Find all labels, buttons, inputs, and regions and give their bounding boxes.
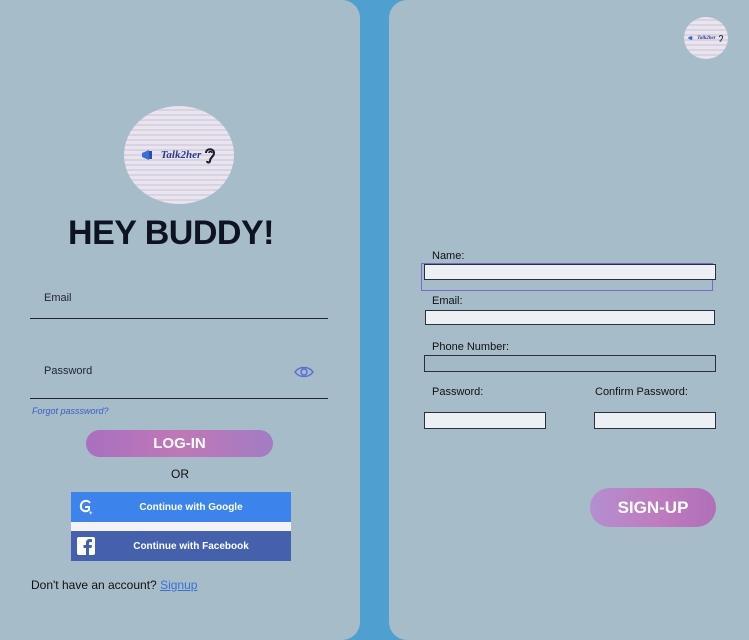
no-account-text: Don't have an account? — [31, 578, 157, 592]
password-field[interactable] — [30, 398, 328, 399]
or-divider: OR — [171, 467, 189, 481]
ear-icon — [205, 148, 216, 164]
logo-text: Talk2her — [697, 35, 716, 41]
app-logo-small: Talk2her — [684, 17, 728, 59]
eye-icon[interactable] — [294, 365, 314, 379]
password-label: Password — [44, 365, 93, 377]
megaphone-icon — [141, 150, 152, 160]
signup-button[interactable]: SIGN-UP — [590, 488, 716, 527]
divider — [71, 522, 291, 531]
app-logo: Talk2her — [124, 106, 234, 204]
name-input[interactable] — [424, 264, 716, 280]
facebook-icon — [77, 537, 95, 555]
signup-prompt: Don't have an account? Signup — [31, 578, 197, 592]
password-input[interactable] — [424, 412, 546, 429]
name-label: Name: — [432, 250, 465, 262]
google-icon: + — [79, 499, 93, 516]
svg-text:+: + — [89, 511, 93, 516]
email-input[interactable] — [425, 310, 715, 325]
facebook-button-label: Continue with Facebook — [133, 540, 249, 552]
email-field[interactable] — [30, 318, 328, 319]
signup-link[interactable]: Signup — [160, 578, 197, 592]
confirm-password-input[interactable] — [594, 412, 716, 429]
google-login-button[interactable]: + Continue with Google — [71, 492, 291, 522]
signup-panel: Talk2her Name: Email: Phone Number: Pass… — [389, 0, 749, 640]
phone-input[interactable] — [424, 355, 716, 372]
ear-icon — [718, 35, 723, 42]
login-button[interactable]: LOG-IN — [86, 430, 273, 457]
google-button-label: Continue with Google — [139, 501, 243, 513]
email-label: Email — [44, 292, 72, 304]
phone-label: Phone Number: — [432, 341, 510, 353]
facebook-login-button[interactable]: Continue with Facebook — [71, 531, 291, 561]
email-label: Email: — [432, 295, 463, 307]
password-label: Password: — [432, 386, 484, 398]
confirm-password-label: Confirm Password: — [595, 386, 688, 398]
forgot-password-link[interactable]: Forgot passsword? — [32, 406, 109, 416]
megaphone-icon — [688, 36, 693, 40]
page-title: HEY BUDDY! — [68, 214, 274, 252]
logo-text: Talk2her — [160, 149, 202, 161]
login-panel: Talk2her HEY BUDDY! Email Password Forgo… — [0, 0, 360, 640]
